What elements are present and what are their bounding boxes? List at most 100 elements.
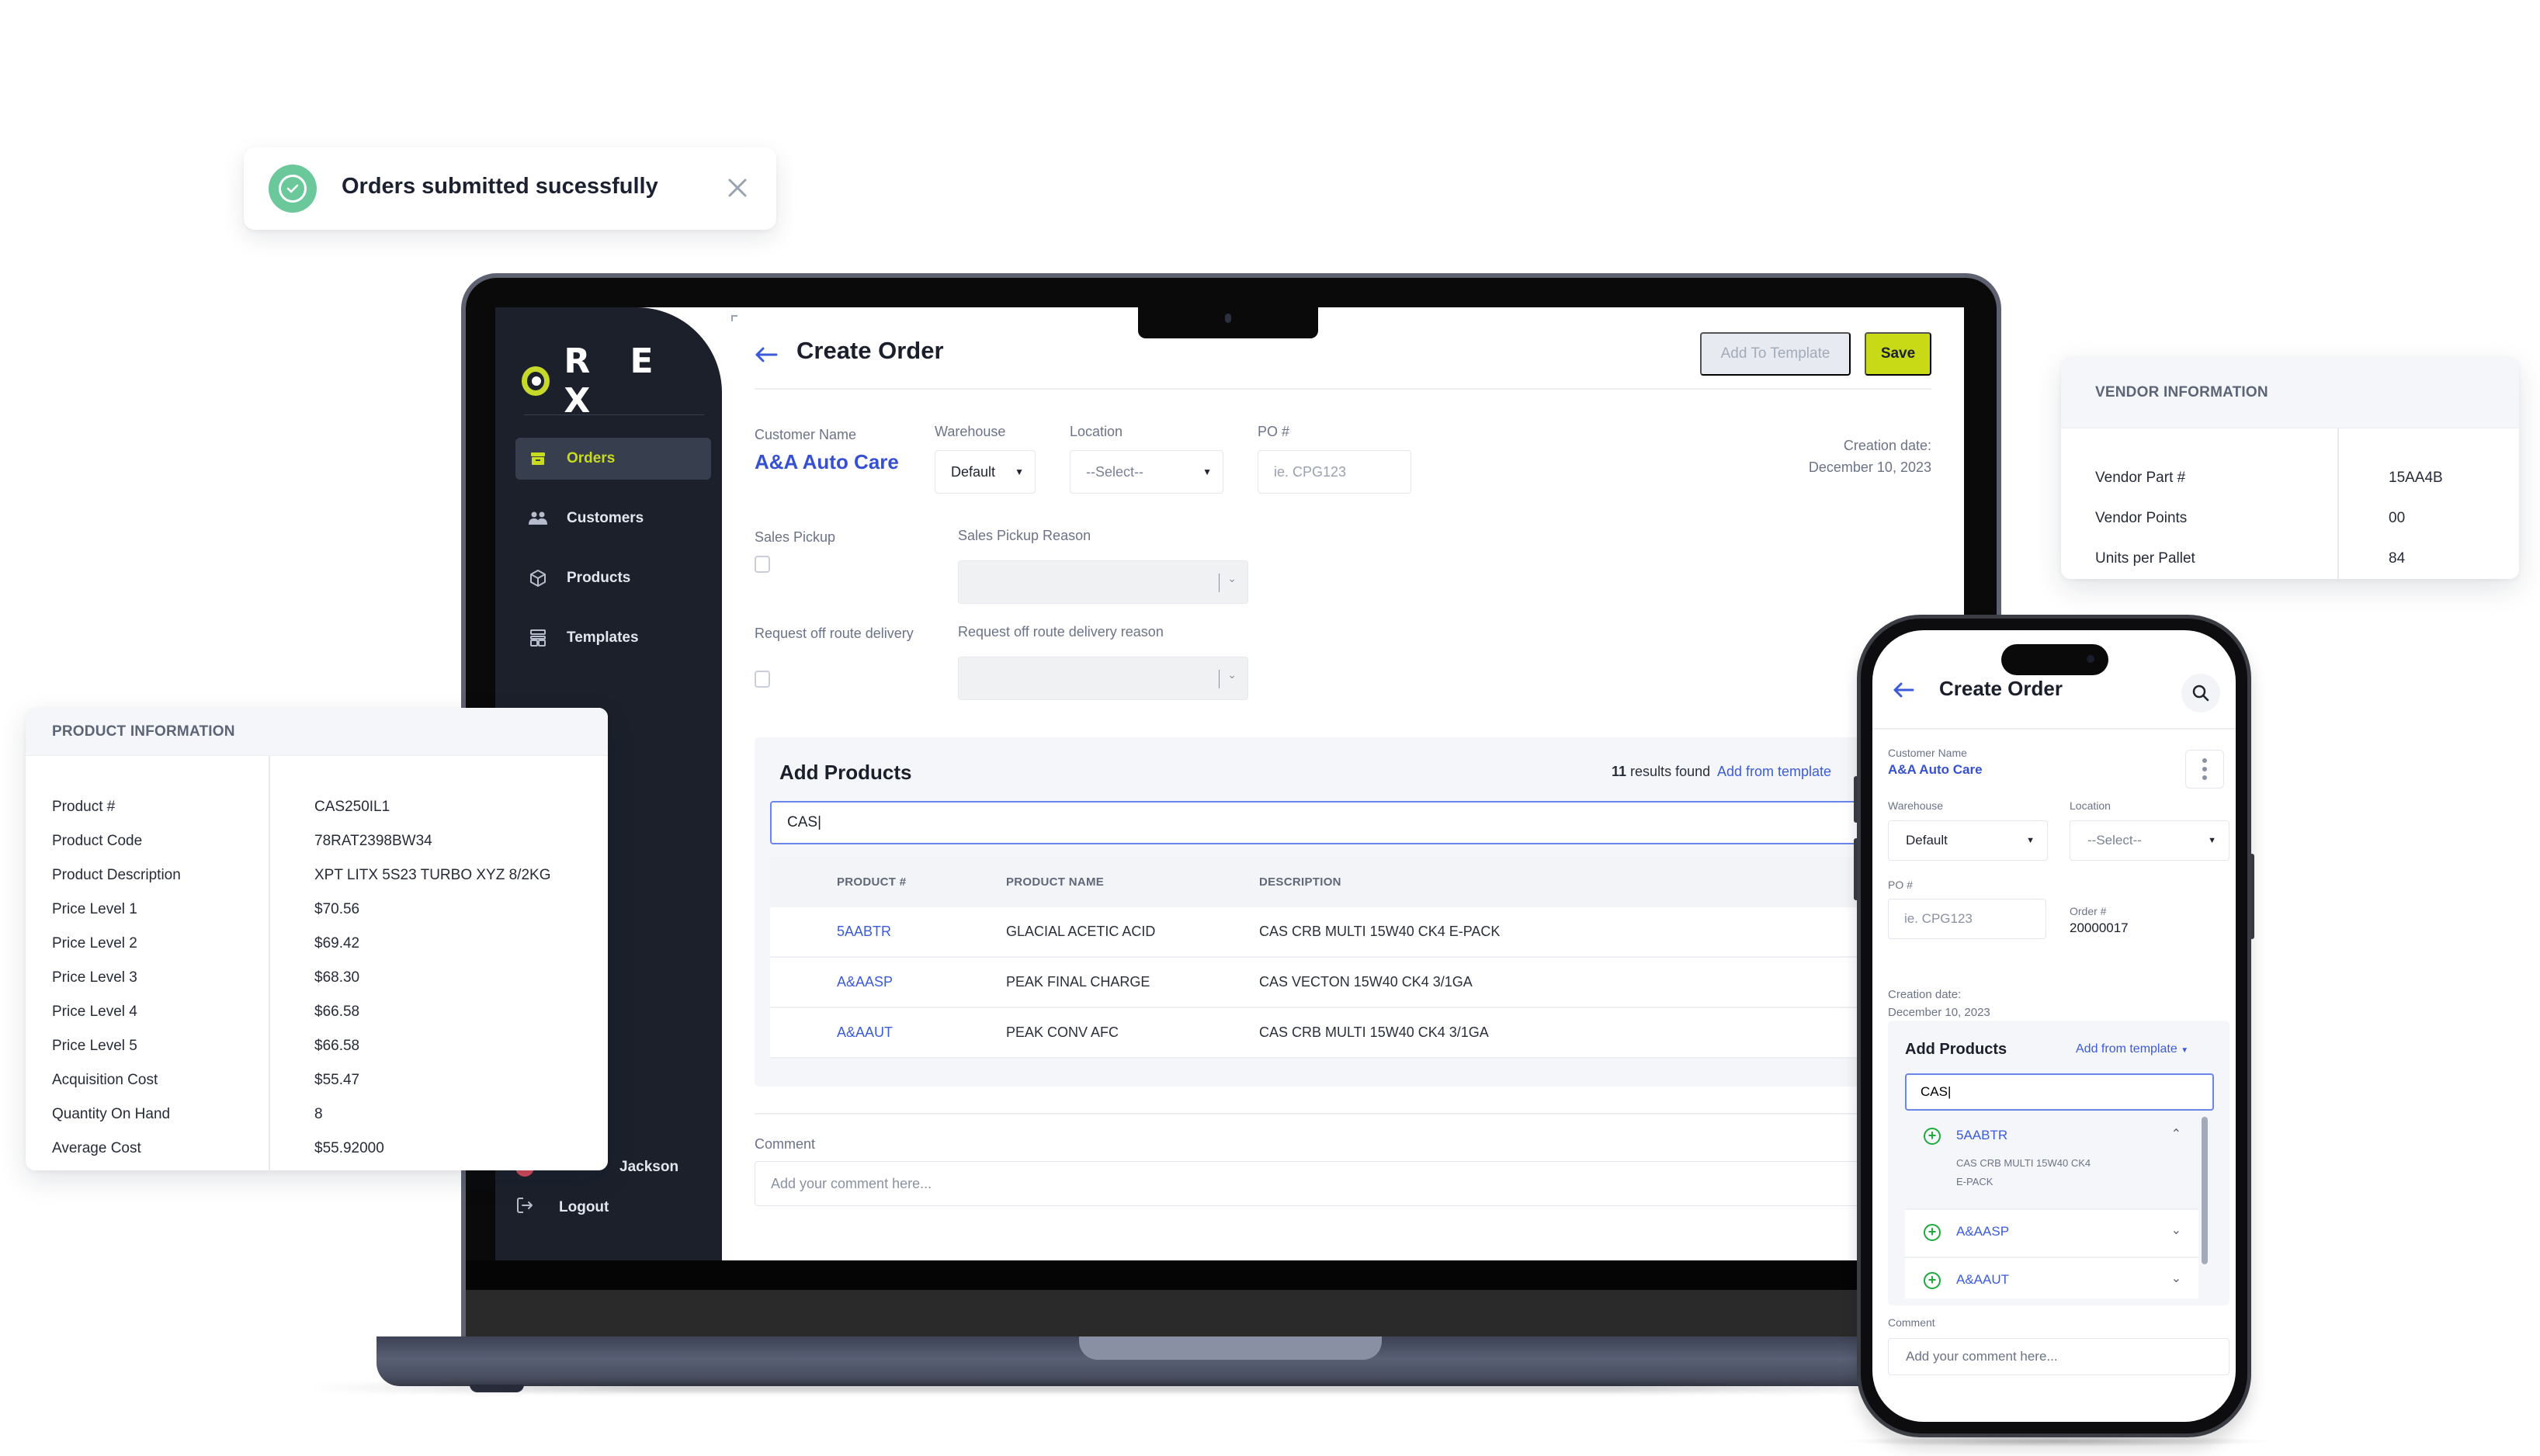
table-row[interactable]: 5AABTR GLACIAL ACETIC ACID CAS CRB MULTI… — [770, 907, 1964, 958]
product-name: PEAK FINAL CHARGE — [1006, 974, 1150, 990]
product-info-body: Product # CAS250IL1 Product Code 78RAT2398… — [26, 756, 608, 1170]
card-title: PRODUCT INFORMATION — [26, 708, 608, 756]
column-header: PRODUCT # — [837, 875, 907, 889]
comment-label: Comment — [1888, 1316, 1935, 1329]
off-route-reason-select[interactable]: ⌄ — [958, 657, 1248, 700]
sales-pickup-reason-label: Sales Pickup Reason — [958, 528, 1091, 543]
add-circle-icon[interactable]: + — [1924, 1272, 1941, 1289]
sidebar-item-customers[interactable]: Customers — [515, 497, 711, 539]
product-code-link[interactable]: A&AAUT — [1956, 1272, 2009, 1288]
comment-input[interactable] — [1888, 1338, 2229, 1375]
back-arrow-icon[interactable] — [755, 338, 778, 369]
laptop-screen: R E X Orders Customers Products Template… — [495, 307, 1964, 1260]
add-products-title: Add Products — [779, 761, 912, 784]
sidebar-item-orders[interactable]: Orders — [515, 438, 711, 480]
customer-name-link[interactable]: A&A Auto Care — [1888, 762, 1983, 778]
product-search-input[interactable] — [770, 801, 1964, 844]
table-row[interactable]: A&AAUT PEAK CONV AFC CAS CRB MULTI 15W40… — [770, 1008, 1964, 1059]
creation-date-value: December 10, 2023 — [1808, 459, 1931, 475]
chevron-up-icon[interactable]: ⌃ — [2171, 1126, 2181, 1142]
save-button[interactable]: Save — [1865, 332, 1931, 376]
add-from-template-link[interactable]: Add from template — [1717, 764, 1831, 780]
sales-pickup-reason-select[interactable]: ⌄ — [958, 560, 1248, 604]
logout-label: Logout — [559, 1199, 609, 1215]
off-route-checkbox[interactable] — [755, 671, 770, 688]
location-label: Location — [1070, 424, 1123, 439]
column-header: DESCRIPTION — [1259, 875, 1341, 889]
warehouse-select[interactable]: Default ▼ — [935, 450, 1036, 494]
customer-name-link[interactable]: A&A Auto Care — [755, 450, 899, 474]
page-title: Create Order — [796, 337, 944, 364]
user-name: Jackson — [619, 1159, 679, 1175]
laptop-shadow — [311, 1383, 1941, 1392]
sales-pickup-checkbox[interactable] — [755, 556, 770, 573]
product-number-link[interactable]: 5AABTR — [770, 924, 1006, 940]
check-circle-icon — [269, 165, 317, 213]
info-row: Acquisition Cost $55.47 — [52, 1072, 360, 1088]
product-description: CAS VECTON 15W40 CK4 3/1GA — [1259, 974, 1473, 990]
add-products-panel: Add Products Add from template ▼ + 5AABT… — [1888, 1021, 2229, 1305]
caret-down-icon: ▼ — [1015, 466, 1024, 477]
add-to-template-button[interactable]: Add To Template — [1700, 332, 1851, 376]
order-number-label: Order # — [2070, 905, 2107, 917]
product-name: GLACIAL ACETIC ACID — [1006, 924, 1156, 939]
location-value: --Select-- — [1086, 463, 1144, 480]
location-select[interactable]: --Select-- ▼ — [2070, 820, 2229, 861]
po-input[interactable] — [1888, 899, 2046, 939]
info-row: Price Level 2 $69.42 — [52, 935, 360, 952]
sidebar-item-products[interactable]: Products — [515, 557, 711, 599]
card-title: VENDOR INFORMATION — [2061, 357, 2519, 428]
search-button[interactable] — [2181, 674, 2220, 712]
location-label: Location — [2070, 799, 2111, 812]
column-header: PRODUCT NAME — [1006, 875, 1105, 889]
logout-button[interactable]: Logout — [515, 1191, 609, 1225]
sidebar-item-templates[interactable]: Templates — [515, 617, 711, 659]
customer-name-label: Customer Name — [1888, 747, 1967, 759]
more-options-button[interactable] — [2185, 750, 2224, 789]
caret-down-icon: ▼ — [1202, 466, 1212, 477]
list-item[interactable]: + A&AASP ⌄ — [1905, 1210, 2198, 1258]
info-row: Average Cost $55.92000 — [52, 1140, 384, 1156]
info-row: Price Level 5 $66.58 — [52, 1038, 360, 1054]
off-route-reason-label: Request off route delivery reason — [958, 624, 1164, 640]
list-item[interactable]: + 5AABTR CAS CRB MULTI 15W40 CK4 E-PACK ⌃ — [1905, 1114, 2198, 1210]
product-number-link[interactable]: A&AAUT — [770, 1024, 1006, 1041]
phone-shadow — [1840, 1436, 2275, 1447]
header-divider — [755, 388, 1931, 390]
off-route-label: Request off route delivery — [755, 626, 914, 641]
info-row: Vendor Points 00 — [2095, 510, 2406, 526]
chevron-down-icon[interactable]: ⌄ — [2171, 1222, 2181, 1238]
product-code-link[interactable]: 5AABTR — [1956, 1128, 2007, 1143]
product-number-link[interactable]: A&AASP — [770, 974, 1006, 990]
sidebar-item-label: Products — [567, 570, 631, 586]
location-select[interactable]: --Select-- ▼ — [1070, 450, 1223, 494]
success-toast: Orders submitted sucessfully — [244, 147, 776, 230]
info-row: Product Code 78RAT2398BW34 — [52, 833, 432, 849]
add-from-template-dropdown[interactable]: Add from template ▼ — [2076, 1042, 2188, 1056]
creation-date-label: Creation date: — [1843, 438, 1931, 453]
layout-template-icon — [528, 628, 548, 648]
table-row[interactable]: A&AASP PEAK FINAL CHARGE CAS VECTON 15W4… — [770, 958, 1964, 1008]
warehouse-select[interactable]: Default ▼ — [1888, 820, 2048, 861]
back-arrow-icon[interactable] — [1893, 674, 1914, 705]
sidebar-item-label: Orders — [567, 450, 616, 466]
caret-down-icon: ▼ — [2208, 836, 2216, 845]
close-icon[interactable] — [720, 171, 755, 205]
vendor-information-card: VENDOR INFORMATION Vendor Part #15AA4B V… — [2061, 357, 2519, 579]
product-code-link[interactable]: A&AASP — [1956, 1224, 2009, 1239]
scrollbar[interactable] — [2202, 1117, 2208, 1264]
add-circle-icon[interactable]: + — [1924, 1128, 1941, 1145]
laptop-base — [376, 1336, 1929, 1392]
product-description: CAS CRB MULTI 15W40 CK4 E-PACK — [1259, 924, 1501, 939]
add-circle-icon[interactable]: + — [1924, 1224, 1941, 1241]
chevron-down-icon[interactable]: ⌄ — [2171, 1271, 2181, 1286]
warehouse-label: Warehouse — [1888, 799, 1944, 812]
product-search-input[interactable] — [1905, 1073, 2214, 1111]
info-row: Product Description XPT LITX 5S23 TURBO X… — [52, 867, 551, 883]
po-input[interactable] — [1258, 450, 1411, 494]
list-item[interactable]: + A&AAUT ⌄ — [1905, 1258, 2198, 1298]
brand-wordmark: R E X — [564, 341, 668, 421]
customer-name-label: Customer Name — [755, 427, 857, 442]
comment-input[interactable] — [755, 1161, 1964, 1206]
info-row: Price Level 3 $68.30 — [52, 969, 360, 986]
